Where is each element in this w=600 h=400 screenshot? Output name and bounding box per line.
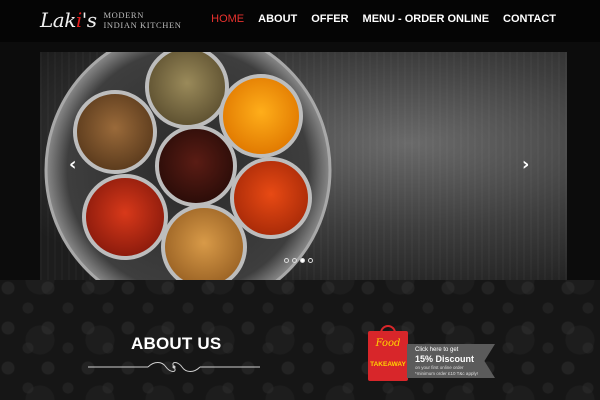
takeaway-bag-icon: Food TAKEAWAY [368,325,408,381]
site-logo[interactable]: Laki's MODERN INDIAN KITCHEN [40,7,182,33]
nav-home[interactable]: HOME [211,13,244,25]
logo-script: Laki's [40,8,97,32]
ornament-divider-icon [88,362,260,372]
site-header: Laki's MODERN INDIAN KITCHEN HOME ABOUT … [0,0,600,42]
discount-promo-banner[interactable]: Food TAKEAWAY Click here to get 15% Disc… [367,325,497,385]
slider-dots [284,258,313,263]
nav-about[interactable]: ABOUT [258,13,297,25]
nav-contact[interactable]: CONTACT [503,13,556,25]
slider-next-arrow[interactable]: › [522,156,529,174]
slider-prev-arrow[interactable]: ‹ [69,156,76,174]
slider-dot[interactable] [284,258,289,263]
nav-offer[interactable]: OFFER [311,13,348,25]
spice-tray-image [44,52,332,280]
hero-slider: ‹ › [40,52,567,280]
promo-ribbon: Click here to get 15% Discount on your f… [407,344,495,378]
main-nav: HOME ABOUT OFFER MENU - ORDER ONLINE CON… [211,13,556,25]
slider-dot[interactable] [308,258,313,263]
about-us-heading: ABOUT US [131,334,222,353]
slider-dot[interactable] [292,258,297,263]
slider-dot-active[interactable] [300,258,305,263]
nav-menu-order-online[interactable]: MENU - ORDER ONLINE [363,13,490,25]
logo-tagline: MODERN INDIAN KITCHEN [103,10,182,30]
